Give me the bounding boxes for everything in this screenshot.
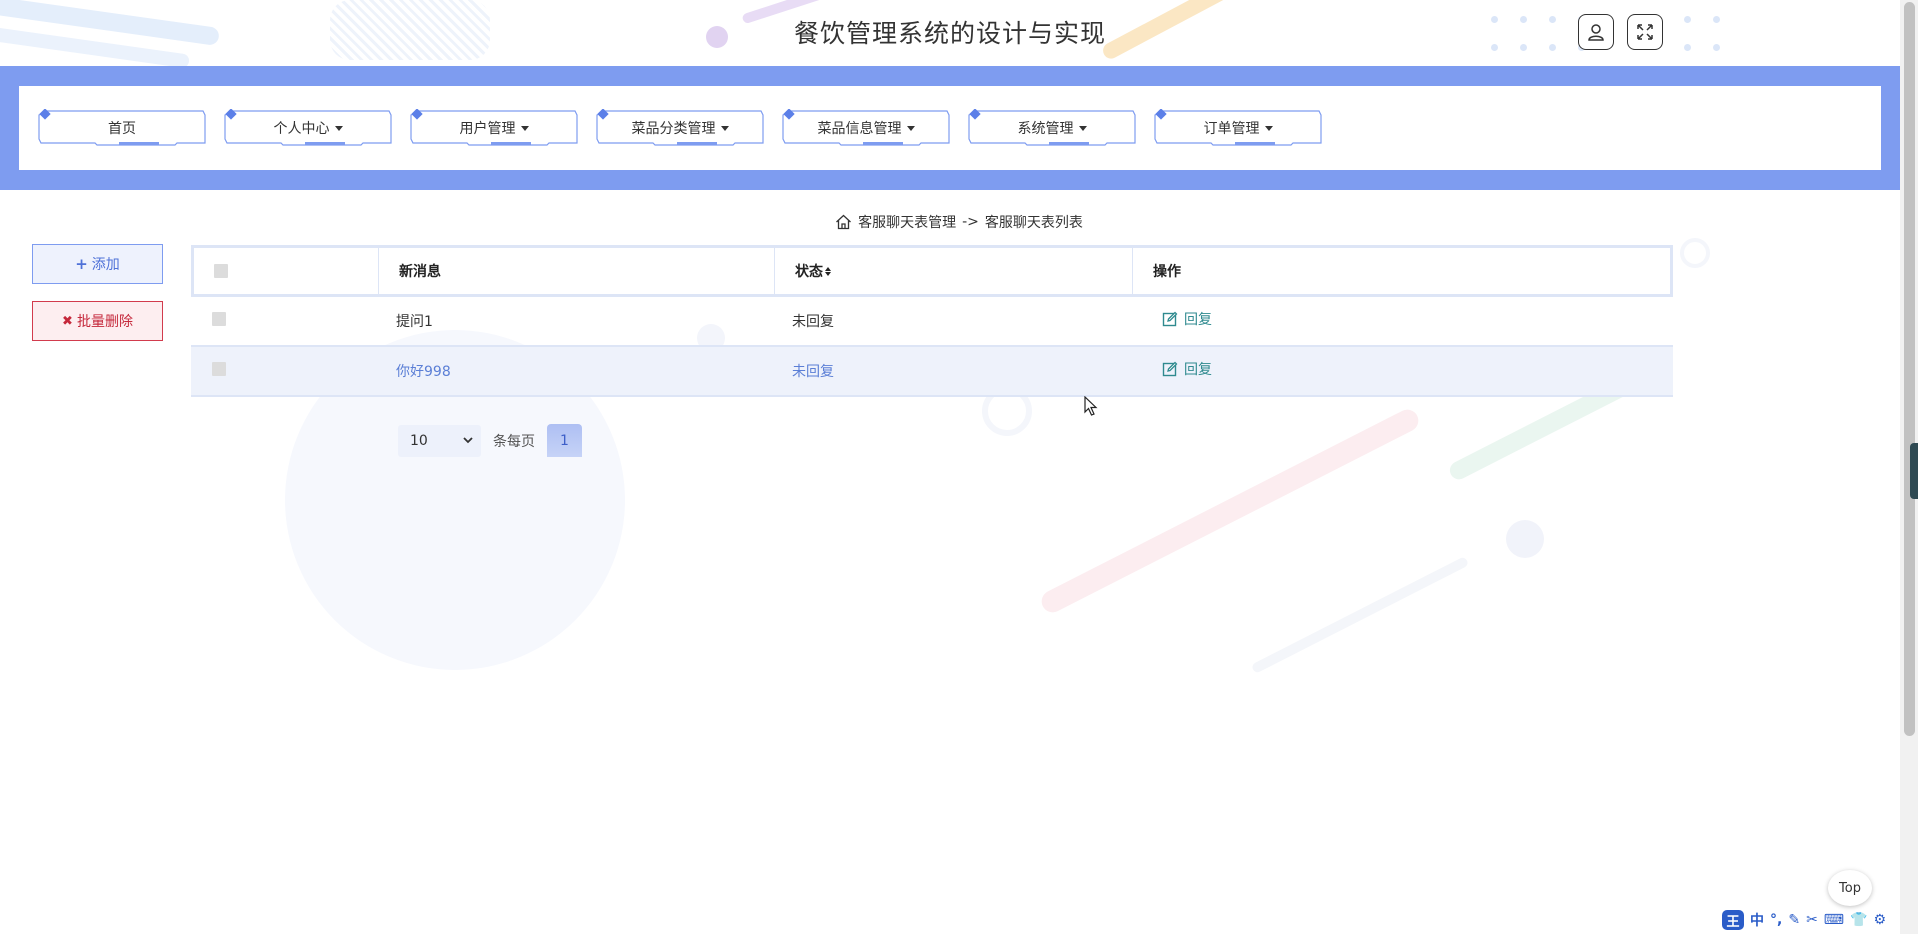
breadcrumb-current: 客服聊天表列表 <box>984 215 1083 231</box>
header: 餐饮管理系统的设计与实现 <box>0 0 1900 66</box>
page-button-current[interactable]: 1 <box>547 424 582 457</box>
reply-button[interactable]: 回复 <box>1162 359 1212 379</box>
edit-icon <box>1162 361 1178 377</box>
nav-item-label: 首页 <box>108 121 136 137</box>
breadcrumb-parent[interactable]: 客服聊天表管理 <box>858 212 956 232</box>
message-cell: 你好998 <box>396 364 451 380</box>
table-row: 提问1 未回复 回复 <box>191 297 1673 347</box>
caret-down-icon <box>1264 125 1273 131</box>
back-to-top-button[interactable]: Top <box>1828 870 1872 906</box>
row-checkbox[interactable] <box>212 312 226 326</box>
row-checkbox[interactable] <box>212 362 226 376</box>
reply-label: 回复 <box>1184 312 1212 328</box>
page-title: 餐饮管理系统的设计与实现 <box>793 19 1106 48</box>
select-all-checkbox[interactable] <box>214 264 228 278</box>
batch-delete-label: 批量删除 <box>76 314 133 330</box>
nav-item-2[interactable]: 用户管理 <box>409 109 579 147</box>
batch-delete-button[interactable]: ✖ 批量删除 <box>32 301 163 341</box>
ime-logo[interactable]: 王 <box>1722 910 1744 930</box>
gear-icon[interactable]: ⚙ <box>1873 912 1886 928</box>
nav-item-6[interactable]: 订单管理 <box>1153 109 1323 147</box>
breadcrumb: 客服聊天表管理 -> 客服聊天表列表 <box>0 212 1918 232</box>
sort-icon[interactable] <box>825 266 831 276</box>
caret-down-icon <box>1078 125 1087 131</box>
status-cell: 未回复 <box>792 314 834 330</box>
user-icon <box>1588 24 1604 41</box>
ime-language-toggle[interactable]: 中 <box>1750 910 1764 930</box>
ime-toolbar: 王 中 °, ✎ ✂ ⌨ 👕 ⚙ <box>1722 910 1886 930</box>
nav-item-4[interactable]: 菜品信息管理 <box>781 109 951 147</box>
header-select-all-cell <box>194 248 379 294</box>
caret-down-icon <box>906 125 915 131</box>
keyboard-icon[interactable]: ⌨ <box>1824 912 1844 928</box>
nav-item-3[interactable]: 菜品分类管理 <box>595 109 765 147</box>
scrollbar-thumb[interactable] <box>1904 2 1915 736</box>
header-actions: 操作 <box>1153 264 1181 280</box>
pagination: 10 条每页 1 <box>398 424 582 457</box>
side-handle[interactable] <box>1910 443 1918 499</box>
header-message: 新消息 <box>379 248 775 294</box>
nav-item-5[interactable]: 系统管理 <box>967 109 1137 147</box>
status-cell: 未回复 <box>792 364 834 380</box>
chat-table: 新消息 状态 操作 提问1 未回复 回复 你好998 未回复 回复 <box>191 245 1673 397</box>
nav-item-label: 用户管理 <box>459 121 516 137</box>
caret-down-icon <box>720 125 729 131</box>
header-dots-left <box>1491 16 1586 51</box>
table-row: 你好998 未回复 回复 <box>191 347 1673 397</box>
nav-item-label: 菜品信息管理 <box>817 121 902 137</box>
nav-item-label: 个人中心 <box>273 121 330 137</box>
per-page-label: 条每页 <box>493 433 535 450</box>
nav-item-label: 订单管理 <box>1203 121 1260 137</box>
reply-button[interactable]: 回复 <box>1162 309 1212 329</box>
nav-item-0[interactable]: 首页 <box>37 109 207 147</box>
header-dots-right <box>1684 16 1721 51</box>
edit-icon <box>1162 311 1178 327</box>
fullscreen-button[interactable] <box>1627 14 1663 50</box>
home-icon[interactable] <box>835 214 852 230</box>
page-size-value: 10 <box>410 432 428 449</box>
caret-down-icon <box>520 125 529 131</box>
reply-label: 回复 <box>1184 362 1212 378</box>
nav-band: 首页 个人中心 用户管理 菜品分类管理 菜品信息管理 系统管理 订单管理 <box>0 66 1900 190</box>
table-header: 新消息 状态 操作 <box>191 245 1673 297</box>
close-icon: ✖ <box>62 313 73 329</box>
add-button-label: 添加 <box>91 257 120 273</box>
nav-item-label: 系统管理 <box>1017 121 1074 137</box>
caret-down-icon <box>334 125 343 131</box>
plus-icon: + <box>75 255 88 273</box>
chevron-down-icon <box>463 437 473 444</box>
breadcrumb-separator: -> <box>962 214 979 230</box>
ime-punctuation-icon[interactable]: °, <box>1770 912 1782 928</box>
main-nav: 首页 个人中心 用户管理 菜品分类管理 菜品信息管理 系统管理 订单管理 <box>19 86 1881 170</box>
user-button[interactable] <box>1578 14 1614 50</box>
page-size-select[interactable]: 10 <box>398 424 481 457</box>
header-status[interactable]: 状态 <box>775 248 1133 294</box>
message-cell: 提问1 <box>396 314 433 330</box>
scissors-icon[interactable]: ✂ <box>1806 912 1818 928</box>
add-button[interactable]: + 添加 <box>32 244 163 284</box>
shirt-icon[interactable]: 👕 <box>1850 912 1867 928</box>
fullscreen-icon <box>1637 24 1653 40</box>
mouse-cursor-icon <box>1084 396 1098 416</box>
pen-icon[interactable]: ✎ <box>1788 912 1800 928</box>
nav-item-label: 菜品分类管理 <box>631 121 716 137</box>
nav-item-1[interactable]: 个人中心 <box>223 109 393 147</box>
